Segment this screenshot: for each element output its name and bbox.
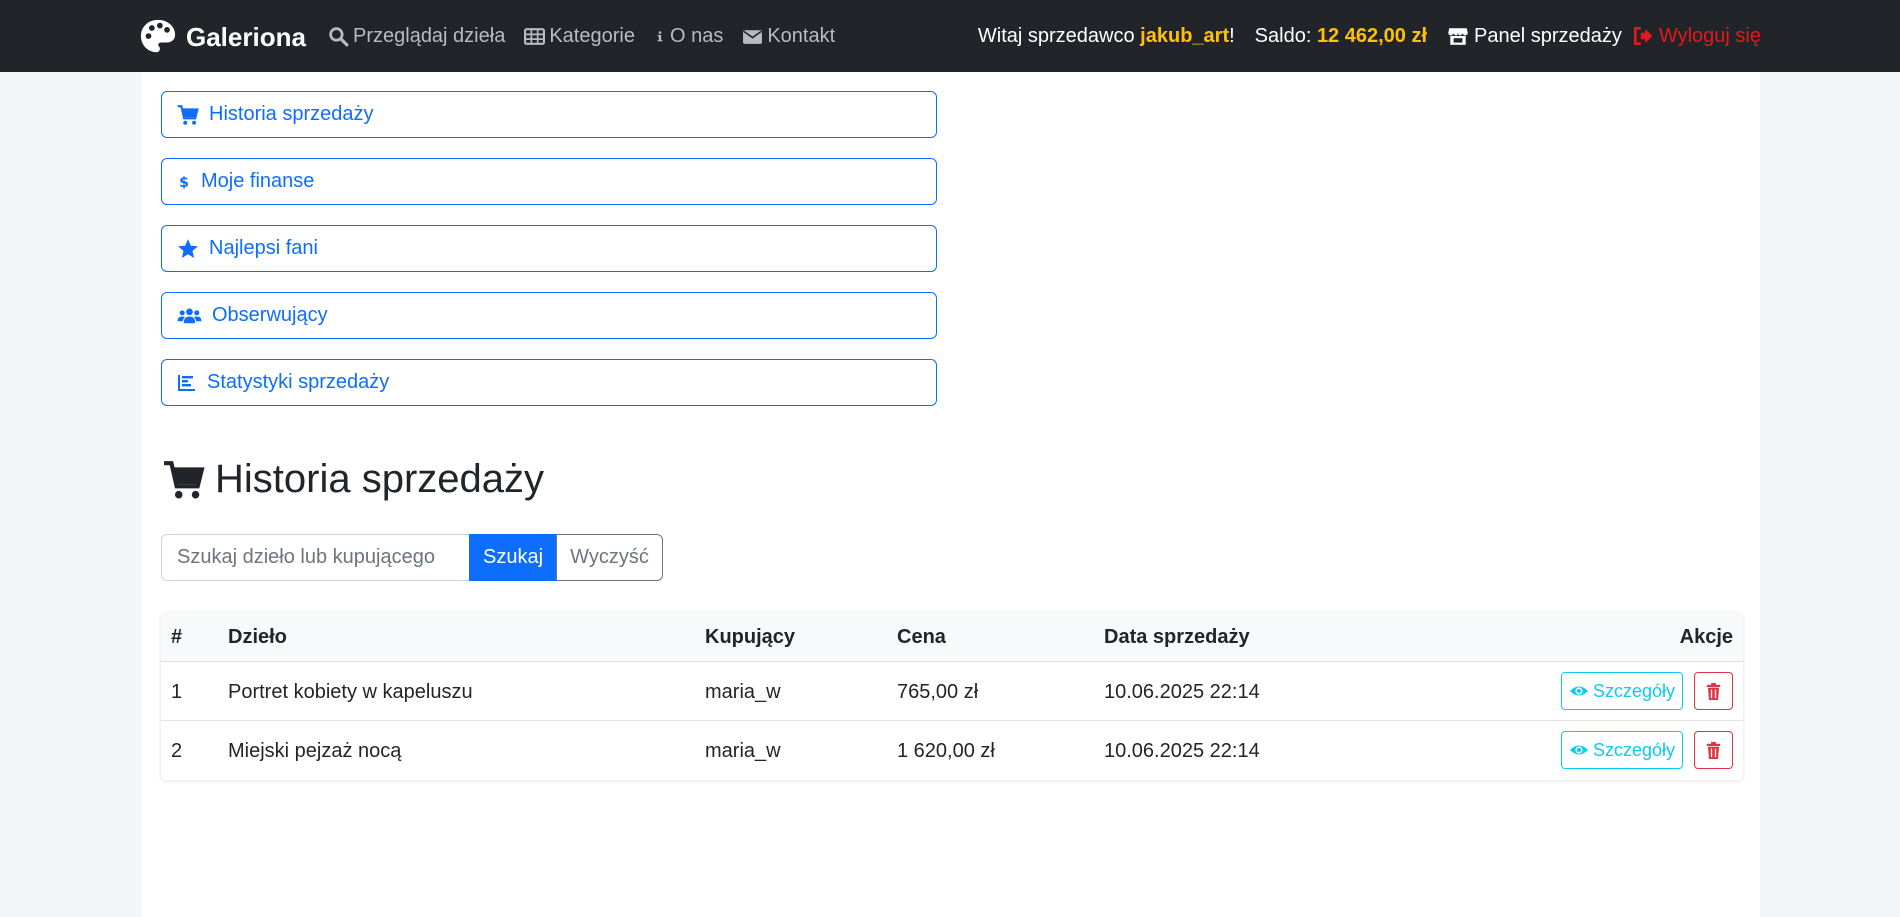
greeting-suffix: ! xyxy=(1229,24,1235,47)
users-icon xyxy=(177,308,202,323)
nav-link-about[interactable]: O nas xyxy=(654,25,723,48)
details-button[interactable]: Szczegóły xyxy=(1561,672,1683,710)
sale-date: 10.06.2025 22:14 xyxy=(1104,681,1260,703)
main-content: Historia sprzedaży $ Moje finanse Najlep… xyxy=(142,72,1760,917)
user-area: Witaj sprzedawco jakub_art! Saldo: 12 46… xyxy=(978,0,1761,72)
menu-label: Najlepsi fani xyxy=(209,237,318,259)
page-title: Historia sprzedaży xyxy=(161,457,544,502)
envelope-icon xyxy=(743,29,763,44)
nav-link-browse[interactable]: Przeglądaj dzieła xyxy=(328,25,505,48)
nav-link-label: Kontakt xyxy=(767,24,836,47)
seller-panel-link[interactable]: Panel sprzedaży xyxy=(1447,25,1622,48)
nav-link-label: Kategorie xyxy=(549,24,635,47)
menu-label: Obserwujący xyxy=(212,304,328,326)
column-header: Cena xyxy=(897,626,946,648)
menu-my-finances[interactable]: $ Moje finanse xyxy=(161,158,937,205)
details-label: Szczegóły xyxy=(1592,680,1676,701)
eye-icon xyxy=(1569,686,1588,696)
page-title-text: Historia sprzedaży xyxy=(215,457,545,501)
row-number: 2 xyxy=(171,740,183,762)
seller-panel-label: Panel sprzedaży xyxy=(1474,24,1622,47)
brand-name: Galeriona xyxy=(186,21,306,52)
column-header: Data sprzedaży xyxy=(1104,626,1250,648)
search-button[interactable]: Szukaj xyxy=(469,534,557,581)
trash-icon xyxy=(1706,682,1721,700)
menu-top-fans[interactable]: Najlepsi fani xyxy=(161,225,937,272)
price: 765,00 zł xyxy=(897,681,979,703)
star-icon xyxy=(178,238,198,258)
shop-icon xyxy=(1448,28,1468,45)
table-icon xyxy=(524,27,546,45)
nav-links: Przeglądaj dzieła Kategorie O nas Kontak… xyxy=(328,0,854,72)
balance-value: 12 462,00 zł xyxy=(1316,24,1428,47)
column-header: # xyxy=(171,626,183,648)
svg-text:$: $ xyxy=(179,174,189,190)
delete-button[interactable] xyxy=(1694,731,1733,769)
buyer-name: maria_w xyxy=(705,740,781,762)
navbar: Galeriona Przeglądaj dzieła Kategorie O … xyxy=(0,0,1900,72)
bar-chart-icon xyxy=(178,374,195,391)
balance: Saldo: 12 462,00 zł xyxy=(1255,25,1427,48)
column-header: Dzieło xyxy=(228,626,287,648)
palette-icon xyxy=(140,19,176,53)
artwork-name: Miejski pejzaż nocą xyxy=(228,740,402,762)
greeting: Witaj sprzedawco jakub_art! xyxy=(978,25,1235,48)
sign-out-icon xyxy=(1633,26,1653,46)
delete-button[interactable] xyxy=(1694,672,1733,710)
column-header: Kupujący xyxy=(705,626,796,648)
search-icon xyxy=(329,26,349,46)
clear-button[interactable]: Wyczyść xyxy=(556,534,663,581)
menu-sales-history[interactable]: Historia sprzedaży xyxy=(161,91,937,138)
info-icon xyxy=(657,30,663,41)
table-row: 1 Portret kobiety w kapeluszu maria_w 76… xyxy=(161,662,1743,721)
search-input[interactable] xyxy=(161,534,470,581)
sale-date: 10.06.2025 22:14 xyxy=(1104,740,1260,762)
table-row: 2 Miejski pejzaż nocą maria_w 1 620,00 z… xyxy=(161,721,1743,780)
trash-icon xyxy=(1706,741,1721,759)
artwork-name: Portret kobiety w kapeluszu xyxy=(228,681,473,703)
eye-icon xyxy=(1569,745,1588,755)
details-label: Szczegóły xyxy=(1592,739,1676,760)
row-number: 1 xyxy=(171,681,183,703)
buyer-name: maria_w xyxy=(705,681,781,703)
nav-link-categories[interactable]: Kategorie xyxy=(524,25,635,48)
menu-label: Historia sprzedaży xyxy=(209,103,374,125)
nav-link-contact[interactable]: Kontakt xyxy=(742,25,835,48)
table-header: # Dzieło Kupujący Cena Data sprzedaży Ak… xyxy=(161,612,1743,662)
menu-sales-stats[interactable]: Statystyki sprzedaży xyxy=(161,359,937,406)
cart-icon xyxy=(177,104,199,125)
brand[interactable]: Galeriona xyxy=(139,18,306,56)
cart-icon xyxy=(164,460,205,498)
sales-table: # Dzieło Kupujący Cena Data sprzedaży Ak… xyxy=(161,612,1743,780)
balance-label: Saldo: xyxy=(1254,24,1317,47)
logout-label: Wyloguj się xyxy=(1658,24,1761,47)
menu-label: Statystyki sprzedaży xyxy=(207,371,390,393)
username: jakub_art xyxy=(1140,24,1230,47)
menu-followers[interactable]: Obserwujący xyxy=(161,292,937,339)
logout-link[interactable]: Wyloguj się xyxy=(1632,25,1761,48)
dollar-icon: $ xyxy=(179,174,189,190)
nav-link-label: Przeglądaj dzieła xyxy=(353,24,506,47)
column-header: Akcje xyxy=(1679,626,1733,648)
nav-link-label: O nas xyxy=(669,24,724,47)
menu-label: Moje finanse xyxy=(201,170,315,192)
details-button[interactable]: Szczegóły xyxy=(1561,731,1683,769)
price: 1 620,00 zł xyxy=(897,740,995,762)
greeting-prefix: Witaj sprzedawco xyxy=(977,24,1141,47)
